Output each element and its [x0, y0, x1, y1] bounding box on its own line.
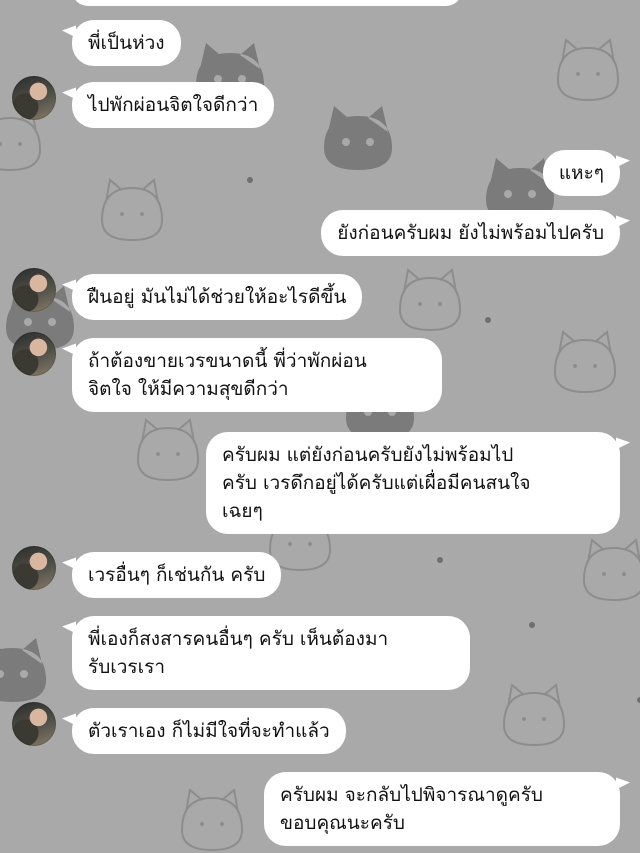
message-bubble-incoming[interactable]: ตัวเราเอง ก็ไม่มีใจที่จะทำแล้ว	[72, 708, 346, 754]
message-bubble-incoming[interactable]: พี่เองก็สงสารคนอื่นๆ ครับ เห็นต้องมา รับ…	[72, 616, 470, 690]
avatar[interactable]	[12, 702, 56, 746]
message-bubble-outgoing[interactable]: ยังก่อนครับผม ยังไม่พร้อมไปครับ	[321, 210, 620, 256]
message-bubble-outgoing[interactable]: ครับผม แต่ยังก่อนครับยังไม่พร้อมไป ครับ …	[206, 432, 620, 534]
avatar[interactable]	[12, 76, 56, 120]
message-bubble-incoming[interactable]: ถ้าต้องขายเวรขนาดนี้ พี่ว่าพักผ่อน จิตใจ…	[72, 338, 442, 412]
message-bubble-outgoing[interactable]: ครับผม จะกลับไปพิจารณาดูครับ ขอบคุณนะครั…	[264, 772, 620, 846]
avatar[interactable]	[12, 268, 56, 312]
message-bubble-incoming[interactable]: เวรอื่นๆ ก็เช่นกัน ครับ	[72, 552, 282, 598]
avatar[interactable]	[12, 546, 56, 590]
message-bubble-incoming[interactable]: พี่เป็นห่วง	[72, 20, 181, 66]
avatar[interactable]	[12, 332, 56, 376]
message-list[interactable]: พี่เป็นห่วง ไปพักผ่อนจิตใจดีกว่า แหะๆ ยั…	[0, 0, 640, 853]
message-bubble-outgoing[interactable]: แหะๆ	[542, 150, 620, 196]
message-bubble-incoming[interactable]: ไปพักผ่อนจิตใจดีกว่า	[72, 82, 275, 128]
message-bubble-incoming[interactable]: ฝืนอยู่ มันไม่ได้ช่วยให้อะไรดีขึ้น	[72, 274, 363, 320]
